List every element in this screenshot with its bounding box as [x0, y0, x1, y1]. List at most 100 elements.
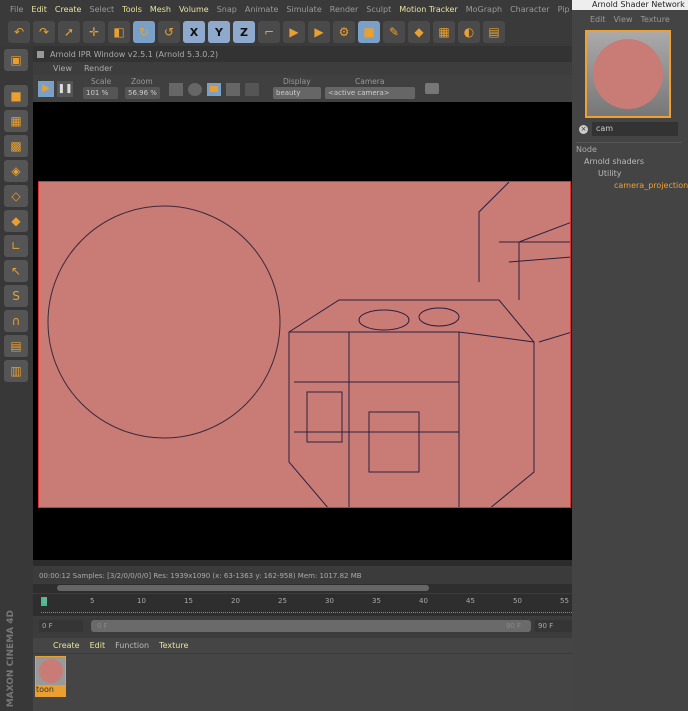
- sn-menu-edit[interactable]: Edit: [590, 15, 606, 24]
- snap-icon[interactable]: S: [4, 285, 28, 307]
- sn-menu-texture[interactable]: Texture: [640, 15, 669, 24]
- mat-menu-edit[interactable]: Edit: [90, 641, 106, 650]
- menu-edit[interactable]: Edit: [31, 5, 47, 14]
- ipr-toolbar: ▶ ❚❚ Scale 101 % Zoom 56.96 % Display be…: [33, 75, 572, 102]
- workplane-grid-icon[interactable]: ▥: [4, 360, 28, 382]
- floor-icon[interactable]: ▤: [483, 21, 505, 43]
- x-axis-icon[interactable]: X: [183, 21, 205, 43]
- scale-icon[interactable]: ◧: [108, 21, 130, 43]
- menu-create[interactable]: Create: [55, 5, 82, 14]
- globe-icon[interactable]: [188, 83, 202, 96]
- edges-mode-icon[interactable]: ◇: [4, 185, 28, 207]
- axis-icon[interactable]: ∟: [4, 235, 28, 257]
- render-viewport[interactable]: [33, 102, 572, 560]
- brand-logo: MAXON CINEMA 4D: [6, 609, 16, 707]
- timeline-ruler[interactable]: 0 5 10 15 20 25 30 35 40 45 50 55: [33, 594, 572, 616]
- tick-label: 10: [137, 597, 146, 605]
- mat-menu-texture[interactable]: Texture: [159, 641, 188, 650]
- menu-file[interactable]: File: [10, 5, 23, 14]
- range-start: 0 F: [97, 622, 108, 630]
- mat-menu-create[interactable]: Create: [53, 641, 80, 650]
- render-region: [38, 181, 571, 508]
- lock-workplane-icon[interactable]: ▤: [4, 335, 28, 357]
- clear-search-icon[interactable]: ×: [579, 125, 588, 134]
- render-picture-viewer-icon[interactable]: ▶: [308, 21, 330, 43]
- live-select-icon[interactable]: ➚: [58, 21, 80, 43]
- scrollbar-thumb[interactable]: [57, 585, 429, 591]
- menu-motion-tracker[interactable]: Motion Tracker: [399, 5, 458, 14]
- frame-range-slider[interactable]: 0 F 90 F: [91, 620, 531, 632]
- render-view-icon[interactable]: ▶: [283, 21, 305, 43]
- redo-icon[interactable]: ↷: [33, 21, 55, 43]
- menu-snap[interactable]: Snap: [217, 5, 237, 14]
- display-dropdown[interactable]: beauty: [273, 87, 321, 99]
- texture-mode-icon[interactable]: ▦: [4, 110, 28, 132]
- undo-icon[interactable]: ↶: [8, 21, 30, 43]
- scale-field[interactable]: 101 %: [83, 87, 118, 99]
- node-search-input[interactable]: cam: [592, 122, 678, 136]
- tick-label: 25: [278, 597, 287, 605]
- deformer-icon[interactable]: ◐: [458, 21, 480, 43]
- end-frame-field[interactable]: 90 F: [535, 620, 572, 632]
- brush-icon[interactable]: [245, 83, 259, 96]
- region-icon[interactable]: [210, 86, 218, 92]
- left-tool-column: ▣ ■ ▦ ▩ ◈ ◇ ◆ ∟ ↖ S ∩ ▤ ▥ MAXON CINEMA 4…: [0, 46, 33, 711]
- pen-icon[interactable]: ✎: [383, 21, 405, 43]
- current-frame-field[interactable]: 0 F: [39, 620, 83, 632]
- viewport-scrollbar[interactable]: [33, 584, 572, 593]
- array-icon[interactable]: ▦: [433, 21, 455, 43]
- main-menu-bar: File Edit Create Select Tools Mesh Volume Snap A…: [0, 0, 576, 18]
- tweak-icon[interactable]: ↖: [4, 260, 28, 282]
- menu-volume[interactable]: Volume: [179, 5, 209, 14]
- model-mode-icon[interactable]: ▣: [4, 49, 28, 71]
- menu-render[interactable]: Render: [330, 5, 358, 14]
- mat-menu-function[interactable]: Function: [115, 641, 149, 650]
- cube-icon[interactable]: ■: [358, 21, 380, 43]
- tick-label: 50: [513, 597, 522, 605]
- zoom-field[interactable]: 56.96 %: [125, 87, 160, 99]
- menu-simulate[interactable]: Simulate: [286, 5, 321, 14]
- compare-icon[interactable]: [226, 83, 240, 96]
- menu-pip[interactable]: Pip: [558, 5, 570, 14]
- ipr-menu-render[interactable]: Render: [84, 64, 112, 73]
- menu-mesh[interactable]: Mesh: [150, 5, 171, 14]
- tree-item-arnold-shaders[interactable]: Arnold shaders: [576, 157, 682, 166]
- rotate-icon[interactable]: ↻: [133, 21, 155, 43]
- pause-button[interactable]: ❚❚: [57, 81, 73, 97]
- rotate-alt-icon[interactable]: ↺: [158, 21, 180, 43]
- menu-mograph[interactable]: MoGraph: [466, 5, 502, 14]
- menu-select[interactable]: Select: [89, 5, 114, 14]
- material-manager: Create Edit Function Texture toon: [33, 638, 572, 711]
- polygons-mode-icon[interactable]: ◆: [4, 210, 28, 232]
- camera-label: Camera: [355, 77, 385, 86]
- monitor-icon[interactable]: [169, 83, 183, 96]
- cube-mode-icon[interactable]: ■: [4, 85, 28, 107]
- menu-sculpt[interactable]: Sculpt: [366, 5, 391, 14]
- material-toon[interactable]: toon: [35, 656, 66, 697]
- play-button[interactable]: ▶: [38, 81, 54, 97]
- sn-menu-view[interactable]: View: [614, 15, 633, 24]
- subdivision-icon[interactable]: ◆: [408, 21, 430, 43]
- render-settings-icon[interactable]: ⚙: [333, 21, 355, 43]
- menu-character[interactable]: Character: [510, 5, 550, 14]
- points-mode-icon[interactable]: ◈: [4, 160, 28, 182]
- menu-tools[interactable]: Tools: [122, 5, 142, 14]
- camera-dropdown[interactable]: <active camera>: [325, 87, 415, 99]
- magnet-icon[interactable]: ∩: [4, 310, 28, 332]
- move-icon[interactable]: ✛: [83, 21, 105, 43]
- y-axis-icon[interactable]: Y: [208, 21, 230, 43]
- range-end: 90 F: [505, 622, 521, 630]
- tree-item-utility[interactable]: Utility: [576, 169, 682, 178]
- ipr-menu-view[interactable]: View: [53, 64, 72, 73]
- z-axis-icon[interactable]: Z: [233, 21, 255, 43]
- render-image: [47, 182, 570, 507]
- arnold-shader-network-panel: Arnold Shader Network E Edit View Textur…: [572, 0, 688, 711]
- tick-label: 55: [560, 597, 569, 605]
- zoom-label: Zoom: [131, 77, 153, 86]
- workplane-icon[interactable]: ▩: [4, 135, 28, 157]
- coordinate-system-icon[interactable]: ⌐: [258, 21, 280, 43]
- menu-animate[interactable]: Animate: [245, 5, 279, 14]
- snapshot-camera-icon[interactable]: [425, 83, 439, 94]
- tree-header: Node: [576, 145, 597, 154]
- tree-item-camera-projection[interactable]: camera_projection: [576, 181, 688, 190]
